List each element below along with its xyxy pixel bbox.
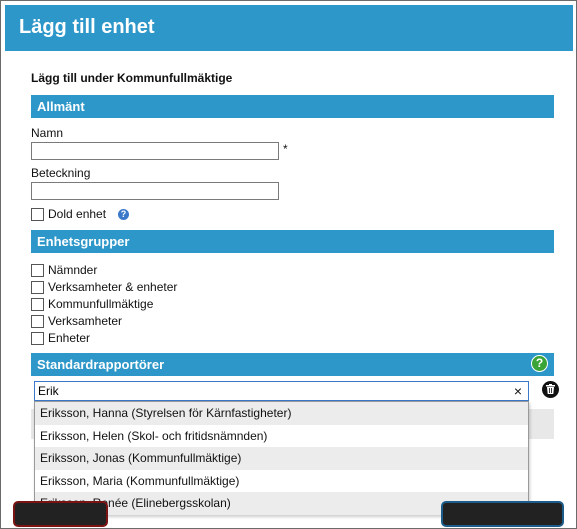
hidden-unit-row: Dold enhet ? bbox=[31, 206, 130, 222]
group-row: Verksamheter bbox=[31, 313, 122, 329]
group-checkbox[interactable] bbox=[31, 314, 44, 328]
required-marker: * bbox=[283, 142, 288, 156]
section-general-title: Allmänt bbox=[37, 99, 85, 114]
dialog-title: Lägg till enhet bbox=[19, 16, 155, 38]
group-checkbox[interactable] bbox=[31, 280, 44, 294]
group-checkbox[interactable] bbox=[31, 263, 44, 277]
section-reporters-title: Standardrapportörer bbox=[37, 357, 165, 372]
group-checkbox[interactable] bbox=[31, 297, 44, 311]
hidden-unit-label: Dold enhet bbox=[48, 207, 107, 221]
question-icon[interactable]: ? bbox=[531, 355, 548, 372]
question-icon[interactable]: ? bbox=[118, 208, 130, 220]
reporter-search-field[interactable]: × bbox=[34, 381, 529, 401]
group-row: Kommunfullmäktige bbox=[31, 296, 153, 312]
group-checkbox[interactable] bbox=[31, 331, 44, 345]
save-button[interactable] bbox=[441, 501, 564, 527]
group-label: Verksamheter bbox=[48, 314, 123, 328]
reporter-search-input[interactable] bbox=[38, 383, 498, 399]
designation-input[interactable] bbox=[31, 182, 279, 200]
dialog-titlebar: Lägg till enhet bbox=[5, 5, 573, 51]
trash-icon[interactable] bbox=[542, 381, 559, 398]
group-label: Verksamheter & enheter bbox=[48, 280, 178, 294]
section-groups-header: Enhetsgrupper bbox=[31, 230, 554, 253]
section-groups-title: Enhetsgrupper bbox=[37, 234, 130, 249]
group-label: Enheter bbox=[48, 331, 91, 345]
section-general-header: Allmänt bbox=[31, 95, 554, 118]
name-label: Namn bbox=[31, 126, 64, 140]
suggestion-item[interactable]: Eriksson, Jonas (Kommunfullmäktige) bbox=[35, 447, 528, 470]
group-label: Nämnder bbox=[48, 263, 98, 277]
suggestion-item[interactable]: Eriksson, Maria (Kommunfullmäktige) bbox=[35, 470, 528, 493]
name-input[interactable] bbox=[31, 142, 279, 160]
reporter-suggestions-list: Eriksson, Hanna (Styrelsen för Kärnfasti… bbox=[34, 401, 529, 515]
parent-context-text: Lägg till under Kommunfullmäktige bbox=[31, 71, 233, 85]
hidden-unit-checkbox[interactable] bbox=[31, 207, 44, 221]
group-row: Enheter bbox=[31, 330, 90, 346]
group-row: Nämnder bbox=[31, 262, 97, 278]
suggestion-item[interactable]: Eriksson, Helen (Skol- och fritidsnämnde… bbox=[35, 425, 528, 448]
section-reporters-header: Standardrapportörer ? bbox=[31, 353, 554, 376]
clear-icon[interactable]: × bbox=[514, 383, 522, 399]
cancel-button[interactable] bbox=[13, 501, 108, 527]
group-row: Verksamheter & enheter bbox=[31, 279, 177, 295]
group-label: Kommunfullmäktige bbox=[48, 297, 154, 311]
designation-label: Beteckning bbox=[31, 166, 91, 180]
suggestion-item[interactable]: Eriksson, Hanna (Styrelsen för Kärnfasti… bbox=[35, 402, 528, 425]
add-unit-dialog: Lägg till enhet Lägg till under Kommunfu… bbox=[0, 0, 577, 529]
